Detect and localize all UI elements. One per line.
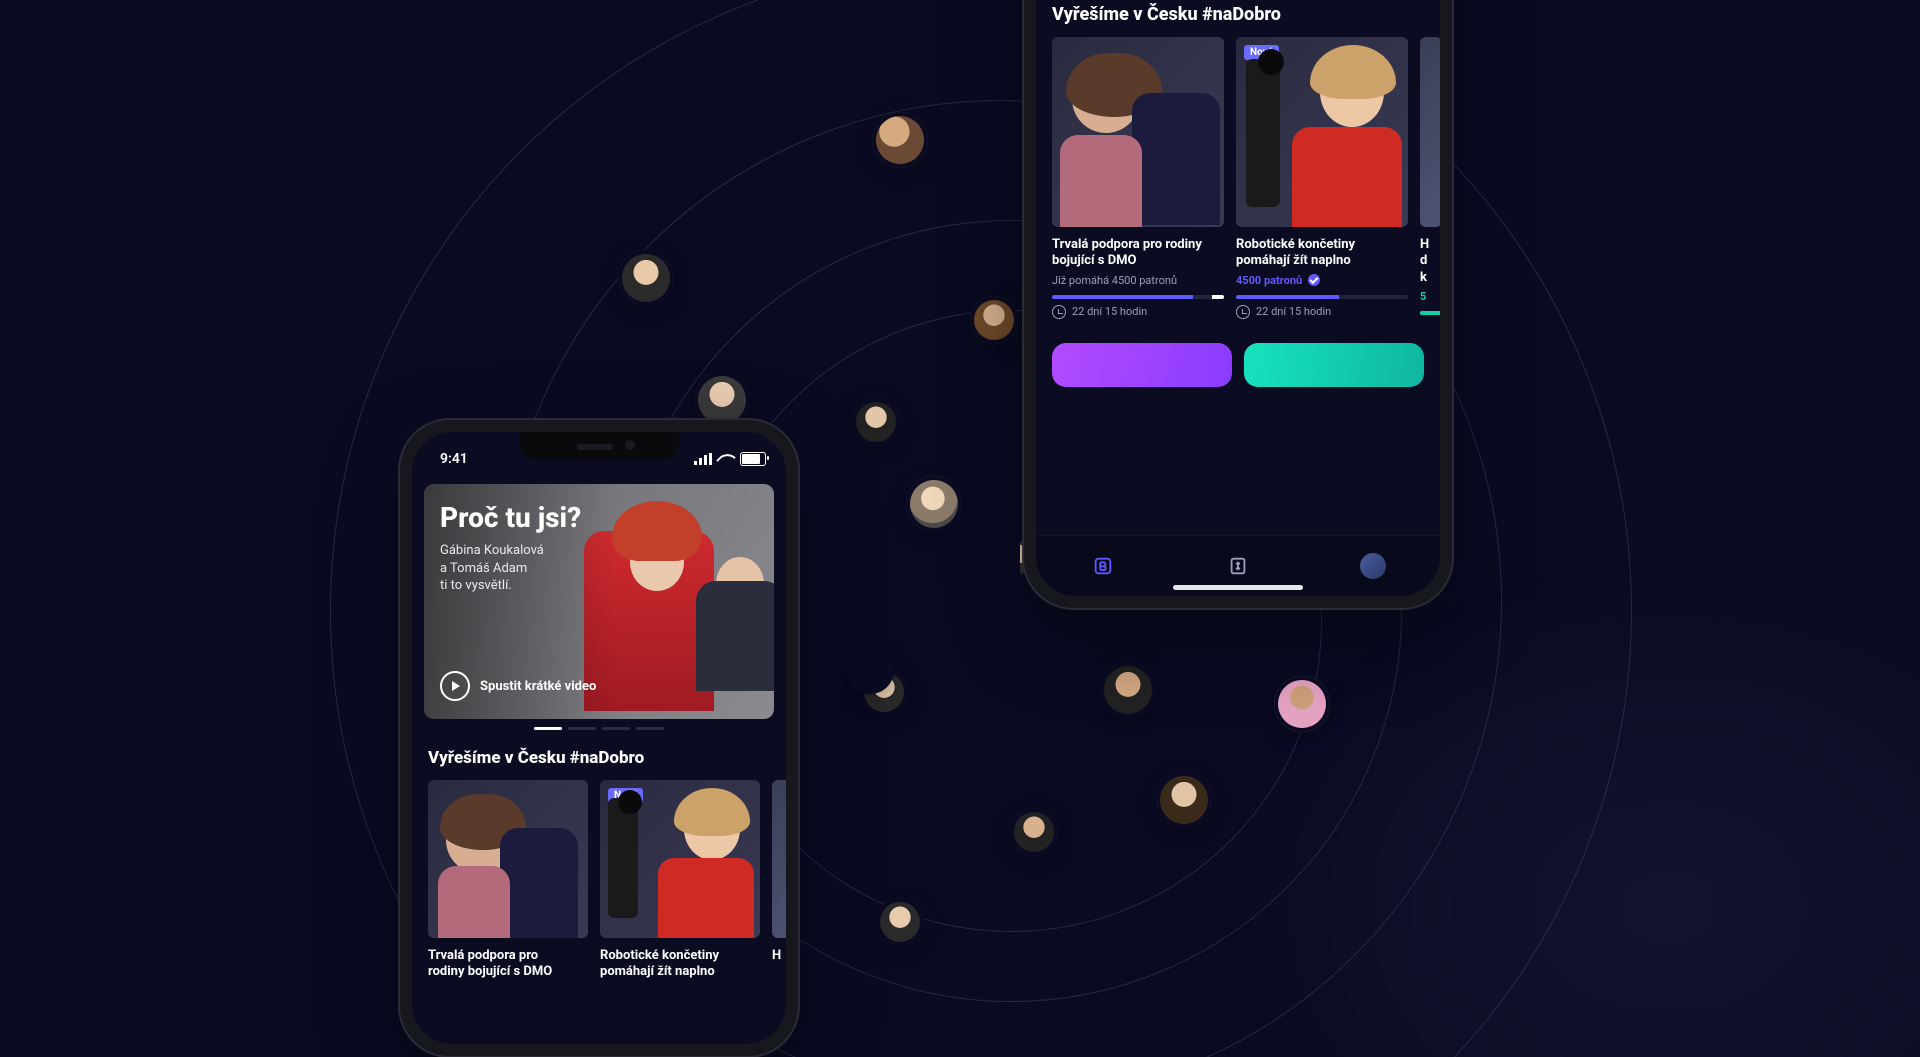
- campaign-meta: Již pomáhá 4500 patronů: [1052, 274, 1224, 287]
- hero-card[interactable]: Proč tu jsi? Gábina Koukalová a Tomáš Ad…: [424, 484, 774, 719]
- play-video-button[interactable]: Spustit krátké video: [440, 671, 596, 701]
- check-icon: [1308, 274, 1320, 286]
- campaign-card[interactable]: Nové Robotické končetiny pomáhají žít na…: [600, 780, 760, 985]
- avatar-bubble: [906, 476, 962, 532]
- campaign-card-peek[interactable]: H d k 5: [1420, 37, 1440, 321]
- avatar-bubble: [618, 250, 674, 306]
- wifi-icon: [718, 453, 734, 465]
- campaign-thumb: [1420, 37, 1440, 227]
- avatar-icon: [1360, 553, 1386, 579]
- campaign-meta: 4500 patronů: [1236, 274, 1408, 287]
- home-indicator: [1173, 585, 1303, 590]
- phone-mockup-left: 9:41 Proč tu jsi?: [398, 418, 800, 1057]
- campaign-title: Trvalá podpora pro rodiny bojující s DMO: [1052, 237, 1224, 270]
- avatar-bubble: [970, 296, 1018, 344]
- progress-bar: [1420, 311, 1440, 315]
- campaign-title: Robotické končetiny pomáhají žít naplno: [1236, 237, 1408, 270]
- campaign-title: H: [772, 948, 786, 964]
- campaign-title: Robotické končetiny pomáhají žít naplno: [600, 948, 760, 981]
- campaign-meta: 5: [1420, 290, 1440, 303]
- status-right-cluster: [694, 452, 766, 466]
- action-pills: [1036, 321, 1440, 387]
- clock-icon: [1236, 305, 1250, 319]
- battery-icon: [740, 452, 766, 466]
- campaign-card[interactable]: Trvalá podpora pro rodiny bojující s DMO…: [1052, 37, 1224, 321]
- avatar-bubble: [1274, 676, 1330, 732]
- section-title: Vyřešíme v Česku #naDobro: [1052, 4, 1424, 25]
- hero-subtitle: Gábina Koukalová a Tomáš Adam ti to vysv…: [440, 542, 758, 595]
- campaign-thumb: Nové: [1236, 37, 1408, 227]
- action-pill-primary[interactable]: [1052, 343, 1232, 387]
- hero-dot[interactable]: [602, 727, 630, 730]
- play-label: Spustit krátké video: [480, 679, 596, 694]
- campaign-title: Trvalá podpora pro rodiny bojující s DMO: [428, 948, 588, 981]
- hero-dot[interactable]: [568, 727, 596, 730]
- avatar-bubble: [846, 646, 894, 694]
- showcase-stage: 9:41 Proč tu jsi?: [0, 0, 1920, 1057]
- progress-bar: [1236, 295, 1408, 299]
- time-remaining: 22 dní 15 hodin: [1052, 305, 1224, 319]
- tab-home[interactable]: [1089, 552, 1117, 580]
- time-remaining: 22 dní 15 hodin: [1236, 305, 1408, 319]
- campaign-card[interactable]: Nové Robotické končetiny pomáhají žít na…: [1236, 37, 1408, 321]
- campaign-thumb: [772, 780, 786, 938]
- section-title: Vyřešíme v Česku #naDobro: [428, 748, 770, 768]
- campaign-cards-row[interactable]: Trvalá podpora pro rodiny bojující s DMO…: [1036, 37, 1440, 321]
- phone-screen: 9:41 Proč tu jsi?: [412, 432, 786, 1044]
- campaign-cards-row[interactable]: Trvalá podpora pro rodiny bojující s DMO…: [412, 780, 786, 985]
- avatar-bubble: [1156, 772, 1212, 828]
- avatar-bubble: [876, 898, 924, 946]
- campaign-card[interactable]: Trvalá podpora pro rodiny bojující s DMO: [428, 780, 588, 985]
- avatar-bubble: [852, 398, 900, 446]
- campaign-card-peek[interactable]: H: [772, 780, 786, 985]
- avatar-bubble: [1100, 662, 1156, 718]
- transfer-icon: [1227, 555, 1249, 577]
- tab-transfer[interactable]: [1224, 552, 1252, 580]
- hero-title: Proč tu jsi?: [440, 502, 758, 534]
- signal-icon: [694, 453, 712, 465]
- phone-screen: Vyřešíme v Česku #naDobro Trvalá podpora…: [1036, 0, 1440, 596]
- hero-dot[interactable]: [636, 727, 664, 730]
- play-icon: [440, 671, 470, 701]
- phone-mockup-right: Vyřešíme v Česku #naDobro Trvalá podpora…: [1022, 0, 1454, 610]
- clock-icon: [1052, 305, 1066, 319]
- campaign-thumb: [1052, 37, 1224, 227]
- hero-dot[interactable]: [534, 727, 562, 730]
- tab-profile[interactable]: [1359, 552, 1387, 580]
- progress-bar: [1052, 295, 1224, 299]
- phone-notch: [519, 432, 679, 460]
- avatar-bubble: [1010, 808, 1058, 856]
- status-time: 9:41: [440, 451, 468, 467]
- action-pill-secondary[interactable]: [1244, 343, 1424, 387]
- avatar-bubble: [872, 112, 928, 168]
- campaign-thumb: [428, 780, 588, 938]
- campaign-thumb: Nové: [600, 780, 760, 938]
- hero-pagination[interactable]: [412, 727, 786, 730]
- logo-b-icon: [1092, 555, 1114, 577]
- campaign-title: H d k: [1420, 237, 1440, 286]
